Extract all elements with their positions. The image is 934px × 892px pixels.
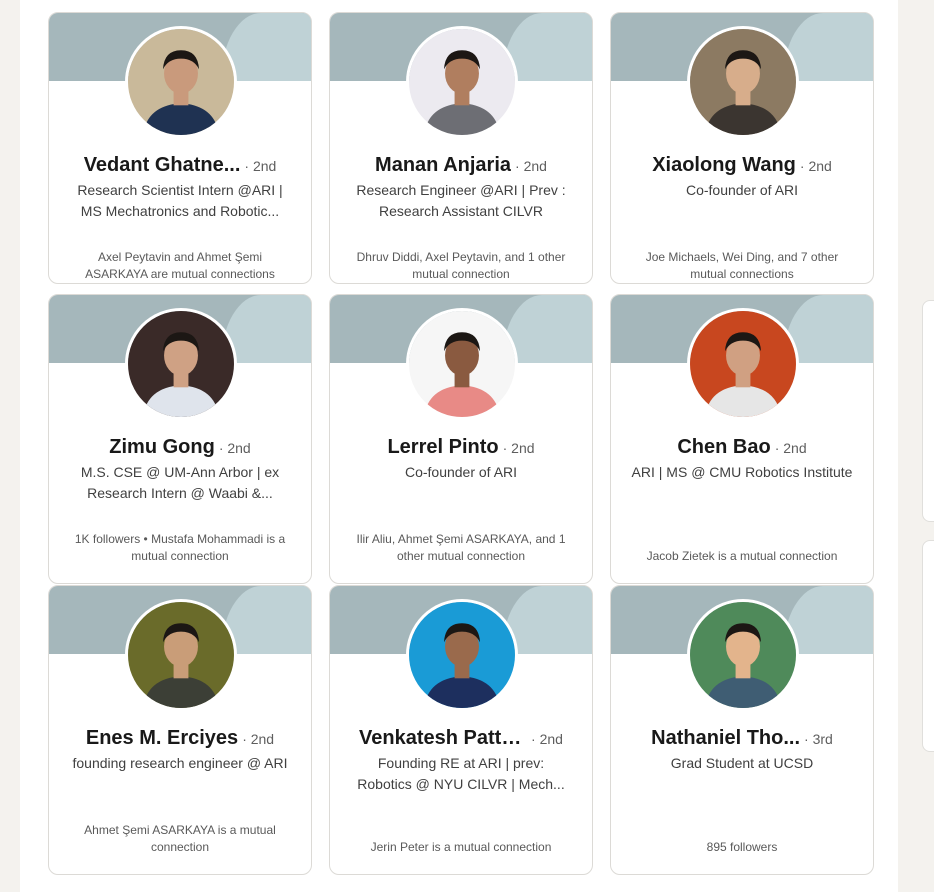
profile-name[interactable]: Lerrel Pinto [387, 436, 498, 459]
profile-headline: Co-founder of ARI [685, 182, 799, 198]
profile-name[interactable]: Xiaolong Wang [652, 154, 796, 177]
connection-degree: · 2nd [799, 158, 832, 174]
connection-degree: · 2nd [774, 440, 807, 456]
profile-name-row: Vedant Ghatne... · 2nd [57, 154, 303, 177]
profile-avatar[interactable] [687, 308, 799, 420]
mutual-connections[interactable]: Axel Peytavin and Ahmet Şemi ASARKAYA ar… [71, 249, 289, 283]
profile-name[interactable]: Manan Anjaria [375, 154, 511, 177]
profile-name-row: Venkatesh Patta... · 2nd [338, 727, 584, 750]
profile-name-row: Xiaolong Wang · 2nd [619, 154, 865, 177]
profile-avatar[interactable] [406, 26, 518, 138]
profile-card[interactable]: Lerrel Pinto · 2nd Co-founder of ARI Ilir A… [329, 294, 593, 584]
profile-name-row: Enes M. Erciyes · 2nd [57, 727, 303, 750]
profile-card[interactable]: Enes M. Erciyes · 2nd founding research en… [48, 585, 312, 875]
mutual-connections[interactable]: Ilir Aliu, Ahmet Şemi ASARKAYA, and 1 ot… [352, 531, 570, 565]
side-panel-top [922, 300, 934, 522]
mutual-connections[interactable]: Jerin Peter is a mutual connection [352, 839, 570, 856]
profile-avatar[interactable] [125, 26, 237, 138]
connection-degree: · 2nd [515, 158, 547, 174]
profile-name-row: Manan Anjaria · 2nd [338, 154, 584, 177]
connection-degree: · 2nd [242, 731, 275, 747]
profile-avatar[interactable] [125, 308, 237, 420]
profile-avatar[interactable] [687, 599, 799, 711]
mutual-connections[interactable]: 1K followers • Mustafa Mohammadi is a mu… [71, 531, 289, 565]
profile-headline: Research Scientist Intern @ARI | MS Mech… [77, 182, 283, 219]
profile-name-row: Chen Bao · 2nd [619, 436, 865, 459]
profile-avatar[interactable] [406, 308, 518, 420]
connection-degree: · 2nd [244, 158, 277, 174]
connection-degree: · 2nd [531, 731, 563, 747]
profile-name[interactable]: Zimu Gong [109, 436, 215, 459]
profile-headline: Grad Student at UCSD [670, 755, 814, 771]
profile-avatar[interactable] [125, 599, 237, 711]
profile-card[interactable]: Xiaolong Wang · 2nd Co-founder of ARI Joe M… [610, 12, 874, 284]
connection-degree: · 2nd [502, 440, 535, 456]
connection-degree: · 3rd [804, 731, 833, 747]
profile-headline: M.S. CSE @ UM-Ann Arbor | ex Research In… [80, 464, 280, 501]
profile-name-row: Zimu Gong · 2nd [57, 436, 303, 459]
profile-name-row: Nathaniel Tho... · 3rd [619, 727, 865, 750]
profile-avatar[interactable] [406, 599, 518, 711]
profile-avatar[interactable] [687, 26, 799, 138]
profile-card[interactable]: Nathaniel Tho... · 3rd Grad Student at UCS… [610, 585, 874, 875]
profile-headline: Co-founder of ARI [404, 464, 518, 480]
mutual-connections[interactable]: Ahmet Şemi ASARKAYA is a mutual connecti… [71, 822, 289, 856]
profile-name[interactable]: Enes M. Erciyes [86, 727, 238, 750]
profile-card[interactable]: Zimu Gong · 2nd M.S. CSE @ UM-Ann Arbor | … [48, 294, 312, 584]
profile-headline: founding research engineer @ ARI [72, 755, 288, 771]
mutual-connections[interactable]: Dhruv Diddi, Axel Peytavin, and 1 other … [352, 249, 570, 283]
profile-name[interactable]: Chen Bao [677, 436, 770, 459]
profile-card[interactable]: Chen Bao · 2nd ARI | MS @ CMU Robotics Ins… [610, 294, 874, 584]
profile-headline: Research Engineer @ARI | Prev : Research… [356, 182, 566, 219]
mutual-connections[interactable]: Joe Michaels, Wei Ding, and 7 other mutu… [633, 249, 851, 283]
profile-headline: Founding RE at ARI | prev: Robotics @ NY… [357, 755, 565, 792]
side-panel-bottom [922, 540, 934, 752]
profile-name[interactable]: Nathaniel Tho... [651, 727, 800, 750]
connection-degree: · 2nd [218, 440, 251, 456]
profile-headline: ARI | MS @ CMU Robotics Institute [631, 464, 853, 480]
profile-name-row: Lerrel Pinto · 2nd [338, 436, 584, 459]
profile-name[interactable]: Vedant Ghatne... [84, 154, 241, 177]
profile-card[interactable]: Vedant Ghatne... · 2nd Research Scientist … [48, 12, 312, 284]
mutual-connections[interactable]: 895 followers [633, 839, 851, 856]
mutual-connections[interactable]: Jacob Zietek is a mutual connection [633, 548, 851, 565]
profile-card[interactable]: Manan Anjaria · 2nd Research Engineer @ARI… [329, 12, 593, 284]
profile-card[interactable]: Venkatesh Patta... · 2nd Founding RE at AR… [329, 585, 593, 875]
profile-name[interactable]: Venkatesh Patta... [359, 727, 527, 750]
